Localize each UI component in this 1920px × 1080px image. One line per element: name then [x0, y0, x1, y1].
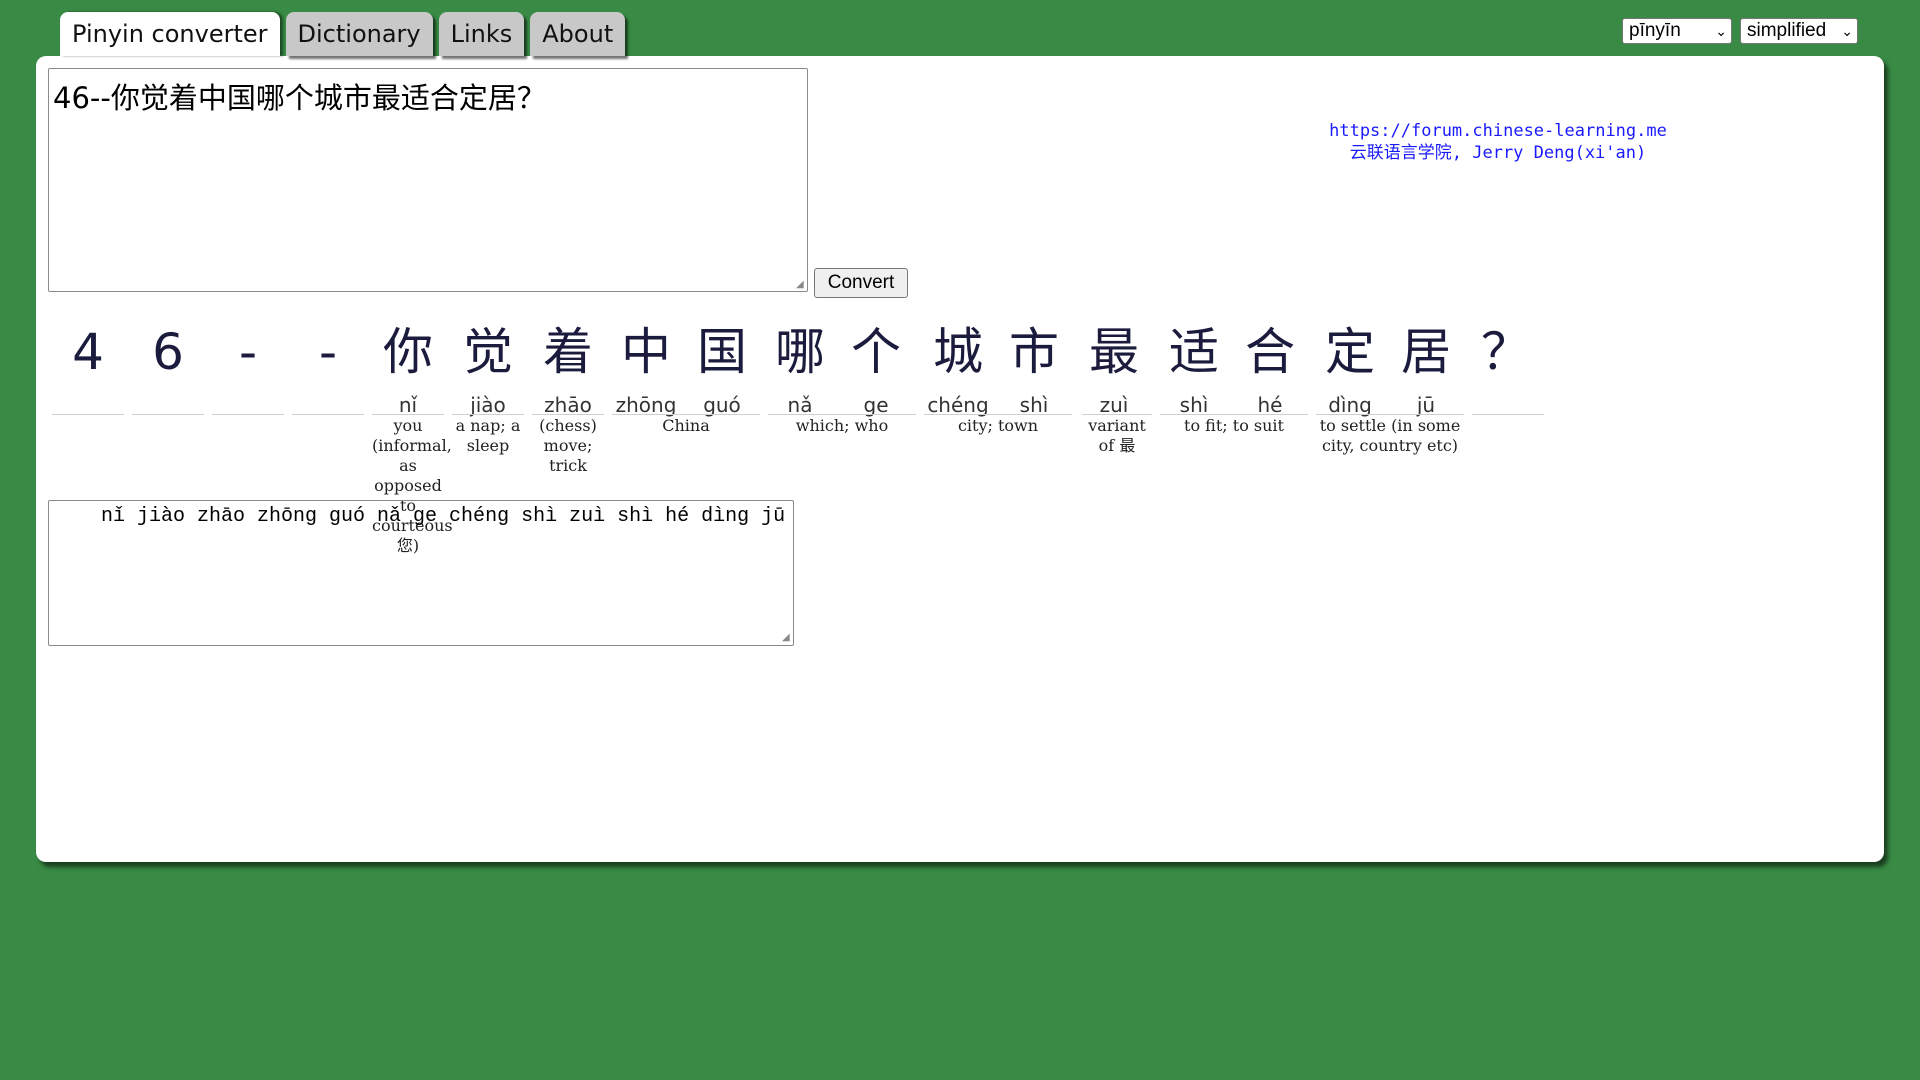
hanzi-char[interactable]: 着 — [532, 314, 604, 390]
character-cell: 城 chéng — [922, 314, 994, 420]
character-cell: 6 — [132, 314, 204, 420]
word-underline — [1316, 414, 1464, 415]
hanzi-char[interactable]: 市 — [998, 314, 1070, 390]
chinese-input-textarea[interactable]: 46--你觉着中国哪个城市最适合定居？ ◢ — [48, 68, 808, 292]
hanzi-char[interactable]: 4 — [52, 314, 124, 390]
input-text: 46--你觉着中国哪个城市最适合定居？ — [53, 81, 546, 115]
hanzi-char[interactable]: 哪 — [764, 314, 836, 390]
character-cell: 你 nǐ — [372, 314, 444, 420]
option-selects: pīnyīn ⌄ simplified ⌄ — [1622, 18, 1858, 44]
word-gloss: to settle (in some city, country etc) — [1319, 416, 1461, 455]
resize-handle-icon[interactable]: ◢ — [782, 634, 792, 644]
word-underline — [1082, 414, 1152, 415]
word-underline — [452, 414, 524, 415]
tab-bar: Pinyin converter Dictionary Links About — [60, 12, 626, 56]
pinyin-label — [52, 390, 124, 420]
word-underline — [924, 414, 1072, 415]
hanzi-char[interactable]: 合 — [1234, 314, 1306, 390]
word-underline — [292, 414, 364, 415]
credits: https://forum.chinese-learning.me 云联语言学院… — [1036, 120, 1920, 164]
tab-about[interactable]: About — [530, 12, 626, 56]
word-gloss: China — [662, 416, 710, 435]
converter-panel: 46--你觉着中国哪个城市最适合定居？ ◢ Convert https://fo… — [36, 56, 1884, 862]
forum-link[interactable]: https://forum.chinese-learning.me — [1036, 120, 1920, 142]
hanzi-char[interactable]: 适 — [1158, 314, 1230, 390]
pinyin-label — [292, 390, 364, 420]
word-underline — [612, 414, 760, 415]
character-cell: 觉 jiào — [452, 314, 524, 420]
character-cell: 最 zuì — [1078, 314, 1150, 420]
pinyin-mode-select[interactable]: pīnyīn ⌄ — [1622, 18, 1732, 44]
author-link[interactable]: 云联语言学院, Jerry Deng(xi'an) — [1036, 142, 1920, 164]
character-cell: 个 ge — [840, 314, 912, 420]
word-underline — [212, 414, 284, 415]
tab-dictionary[interactable]: Dictionary — [285, 12, 433, 56]
word-underline — [532, 414, 604, 415]
hanzi-char[interactable]: - — [292, 314, 364, 390]
word-gloss: to fit; to suit — [1184, 416, 1284, 435]
word-underline — [768, 414, 916, 415]
word-gloss: (chess) move; trick — [539, 416, 597, 475]
character-cell: 中 zhōng — [610, 314, 682, 420]
word-underline — [1160, 414, 1308, 415]
word-gloss: city; town — [957, 416, 1039, 435]
pinyin-output-textarea[interactable]: nǐ jiào zhāo zhōng guó nǎ ge chéng shì z… — [48, 500, 794, 646]
chevron-down-icon: ⌄ — [1715, 22, 1727, 39]
word-underline — [1472, 414, 1544, 415]
resize-handle-icon[interactable]: ◢ — [796, 280, 806, 290]
hanzi-char[interactable]: 最 — [1078, 314, 1150, 390]
character-cell: ？ — [1470, 314, 1542, 420]
tab-links[interactable]: Links — [438, 12, 525, 56]
hanzi-char[interactable]: 居 — [1390, 314, 1462, 390]
script-select[interactable]: simplified ⌄ — [1740, 18, 1858, 44]
pinyin-mode-value: pīnyīn — [1629, 20, 1681, 41]
pinyin-label — [132, 390, 204, 420]
hanzi-char[interactable]: 中 — [610, 314, 682, 390]
word-underline — [132, 414, 204, 415]
character-cell: 4 — [52, 314, 124, 420]
character-cell: 国 guó — [686, 314, 758, 420]
hanzi-char[interactable]: 觉 — [452, 314, 524, 390]
word-underline — [52, 414, 124, 415]
character-cell: 哪 nǎ — [764, 314, 836, 420]
pinyin-label — [212, 390, 284, 420]
hanzi-char[interactable]: 城 — [922, 314, 994, 390]
pinyin-label — [1470, 390, 1542, 420]
character-cell: 着 zhāo — [532, 314, 604, 420]
convert-button[interactable]: Convert — [814, 268, 908, 298]
script-value: simplified — [1747, 20, 1827, 41]
word-gloss: variant of 最 — [1088, 416, 1146, 455]
tab-pinyin-converter[interactable]: Pinyin converter — [60, 12, 280, 56]
character-cell: - — [292, 314, 364, 420]
word-gloss: a nap; a sleep — [455, 416, 521, 455]
hanzi-char[interactable]: 定 — [1314, 314, 1386, 390]
character-cell: 适 shì — [1158, 314, 1230, 420]
hanzi-char[interactable]: ？ — [1470, 314, 1542, 390]
word-underline — [372, 414, 444, 415]
chevron-down-icon: ⌄ — [1841, 22, 1853, 39]
hanzi-char[interactable]: 6 — [132, 314, 204, 390]
hanzi-char[interactable]: 个 — [840, 314, 912, 390]
word-gloss: which; who — [795, 416, 889, 435]
output-text: nǐ jiào zhāo zhōng guó nǎ ge chéng shì z… — [101, 505, 786, 528]
character-cell: 居 jū — [1390, 314, 1462, 420]
character-cell: 合 hé — [1234, 314, 1306, 420]
character-cell: 市 shì — [998, 314, 1070, 420]
hanzi-char[interactable]: 你 — [372, 314, 444, 390]
character-cell: 定 dìng — [1314, 314, 1386, 420]
hanzi-char[interactable]: - — [212, 314, 284, 390]
character-cell: - — [212, 314, 284, 420]
hanzi-char[interactable]: 国 — [686, 314, 758, 390]
